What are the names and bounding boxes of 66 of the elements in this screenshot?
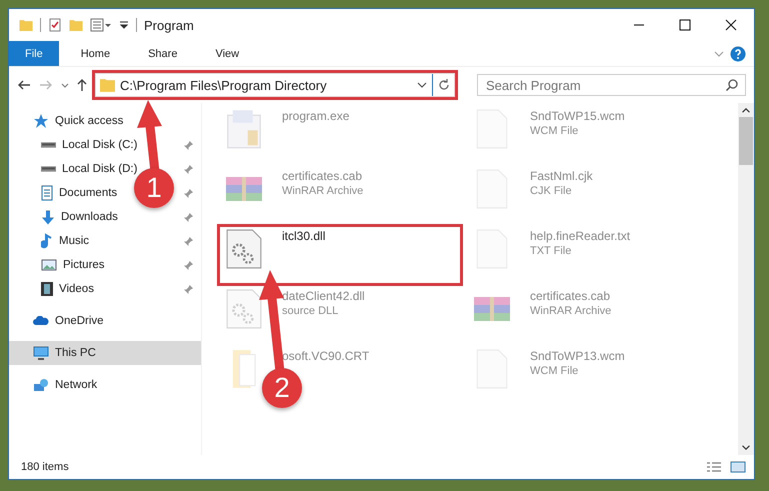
dropdown-icon[interactable]: [417, 82, 427, 88]
ribbon-tab[interactable]: Share: [132, 41, 194, 66]
drive-icon: [41, 142, 56, 148]
sidebar-item[interactable]: OneDrive: [33, 309, 104, 333]
file-name[interactable]: itcl30.dll: [282, 229, 326, 243]
film-icon: [41, 282, 53, 296]
download-icon: [41, 210, 55, 224]
back-icon[interactable]: [17, 80, 31, 90]
ribbon-tab[interactable]: File: [9, 41, 59, 66]
pin-icon[interactable]: [184, 236, 193, 246]
search-icon: [725, 78, 739, 92]
refresh-icon[interactable]: [438, 79, 450, 91]
gear-file-icon[interactable]: [226, 229, 262, 269]
recent-dropdown-icon[interactable]: [61, 82, 69, 88]
pin-icon[interactable]: [184, 260, 193, 270]
sidebar-item[interactable]: Local Disk (C:): [41, 133, 138, 157]
ribbon-tab[interactable]: Home: [64, 41, 126, 66]
file-type: source DLL: [282, 305, 340, 317]
sidebar-item[interactable]: Network: [33, 373, 98, 397]
file-type: TXT File: [530, 245, 572, 257]
help-icon[interactable]: [730, 46, 746, 62]
forward-icon[interactable]: [39, 80, 53, 90]
file-type: WinRAR Archive: [282, 185, 364, 197]
file-type: WinRAR Archive: [530, 305, 612, 317]
folder-icon[interactable]: [19, 19, 33, 31]
properties-icon[interactable]: [48, 18, 62, 32]
scrollbar[interactable]: [738, 103, 754, 455]
ribbon-tab[interactable]: View: [199, 41, 256, 66]
item-count: 180 items: [21, 461, 69, 473]
search-field[interactable]: Search Program: [477, 74, 746, 96]
sidebar-item[interactable]: Videos: [41, 277, 94, 301]
music-note-icon: [41, 233, 53, 249]
sidebar-item[interactable]: Documents: [41, 181, 118, 205]
pin-icon[interactable]: [184, 284, 193, 294]
sidebar-item[interactable]: Music: [41, 229, 90, 253]
sidebar-item[interactable]: Quick access: [33, 109, 124, 133]
up-icon[interactable]: [77, 78, 87, 92]
scroll-up-icon[interactable]: [742, 108, 750, 113]
computer-icon: [33, 346, 49, 360]
drive-icon: [41, 166, 56, 172]
file-type: WCM File: [530, 365, 580, 377]
scroll-down-icon[interactable]: [742, 445, 750, 450]
picture-icon: [41, 259, 57, 271]
new-folder-icon[interactable]: [69, 19, 83, 31]
view-list-icon[interactable]: [90, 18, 112, 32]
scroll-thumb[interactable]: [739, 117, 753, 165]
large-icons-view-icon[interactable]: [730, 461, 746, 473]
file-type: CJK File: [530, 185, 573, 197]
document-icon: [41, 185, 53, 201]
pin-icon[interactable]: [184, 212, 193, 222]
file-type: WCM File: [530, 125, 580, 137]
details-view-icon[interactable]: [706, 462, 722, 472]
pin-icon[interactable]: [184, 140, 193, 150]
dropdown-icon[interactable]: [119, 21, 129, 29]
pin-icon[interactable]: [184, 188, 193, 198]
pin-icon[interactable]: [184, 164, 193, 174]
folder-icon: [100, 78, 115, 92]
star-icon: [33, 113, 49, 129]
expand-ribbon-icon[interactable]: [714, 50, 724, 56]
address-path: C:\Program Files\Program Directory: [120, 78, 328, 92]
cloud-icon: [33, 316, 49, 326]
sidebar-item[interactable]: Pictures: [41, 253, 105, 277]
window-title: Program: [144, 18, 194, 32]
network-icon: [33, 378, 49, 392]
sidebar-item[interactable]: Downloads: [41, 205, 118, 229]
address-bar[interactable]: C:\Program Files\Program Directory: [95, 73, 455, 97]
